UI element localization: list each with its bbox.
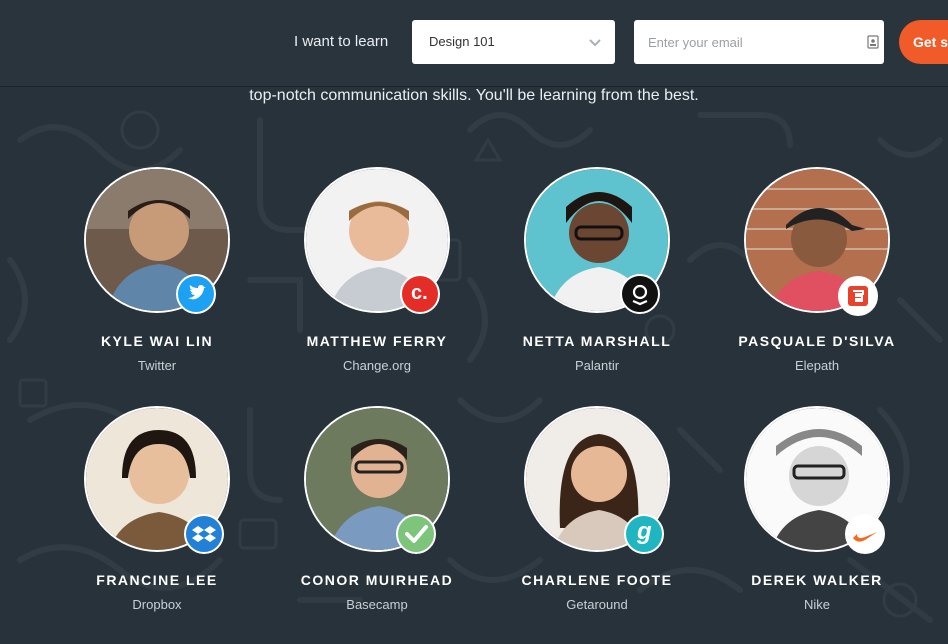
mentor-card[interactable]: FRANCINE LEE Dropbox xyxy=(57,406,257,612)
email-field-wrapper xyxy=(634,20,884,64)
learn-label: I want to learn xyxy=(294,33,389,50)
mentor-company: Twitter xyxy=(137,358,177,373)
mentor-name: KYLE WAI LIN xyxy=(100,333,214,349)
getaround-icon: g xyxy=(624,514,664,554)
mentor-card[interactable]: PASQUALE D'SILVA Elepath xyxy=(717,167,917,373)
top-signup-bar: I want to learn Design 101 Get s xyxy=(0,0,948,87)
change-org-mark: c. xyxy=(411,282,428,304)
dropbox-icon xyxy=(184,514,224,554)
mentor-card[interactable]: DEREK WALKER Nike xyxy=(717,406,917,612)
mentor-card[interactable]: CONOR MUIRHEAD Basecamp xyxy=(277,406,477,612)
mentor-name: CONOR MUIRHEAD xyxy=(300,572,454,588)
mentor-company: Basecamp xyxy=(346,597,408,612)
course-select-value: Design 101 xyxy=(429,34,495,49)
mentor-name: PASQUALE D'SILVA xyxy=(738,333,896,349)
twitter-icon xyxy=(176,274,216,314)
mentor-name: FRANCINE LEE xyxy=(96,572,218,588)
email-input[interactable] xyxy=(634,20,854,64)
palantir-icon xyxy=(620,274,660,314)
change-org-icon: c. xyxy=(400,274,440,314)
getaround-mark: g xyxy=(637,518,652,545)
get-started-button[interactable]: Get s xyxy=(899,20,948,64)
mentor-name: DEREK WALKER xyxy=(751,572,883,588)
get-started-label: Get s xyxy=(913,34,948,50)
mentor-company: Elepath xyxy=(794,358,840,373)
mentor-company: Change.org xyxy=(343,358,411,373)
mentor-card[interactable]: NETTA MARSHALL Palantir xyxy=(497,167,697,373)
mentor-name: MATTHEW FERRY xyxy=(306,333,448,349)
mentor-name: CHARLENE FOOTE xyxy=(521,572,673,588)
nike-icon xyxy=(845,514,885,554)
mentor-company: Palantir xyxy=(574,358,620,373)
mentor-card[interactable]: c. MATTHEW FERRY Change.org xyxy=(277,167,477,373)
course-select[interactable]: Design 101 xyxy=(412,20,615,64)
chevron-down-icon xyxy=(589,39,601,47)
mentor-company: Dropbox xyxy=(132,597,182,612)
contact-card-icon[interactable] xyxy=(867,35,879,49)
elepath-icon xyxy=(838,276,878,316)
basecamp-icon xyxy=(396,514,436,554)
intro-text: top-notch communication skills. You'll b… xyxy=(249,87,699,104)
mentor-card[interactable]: KYLE WAI LIN Twitter xyxy=(57,167,257,373)
mentor-card[interactable]: g CHARLENE FOOTE Getaround xyxy=(497,406,697,612)
mentor-name: NETTA MARSHALL xyxy=(522,333,672,349)
mentor-company: Nike xyxy=(803,597,830,612)
mentor-company: Getaround xyxy=(566,597,628,612)
